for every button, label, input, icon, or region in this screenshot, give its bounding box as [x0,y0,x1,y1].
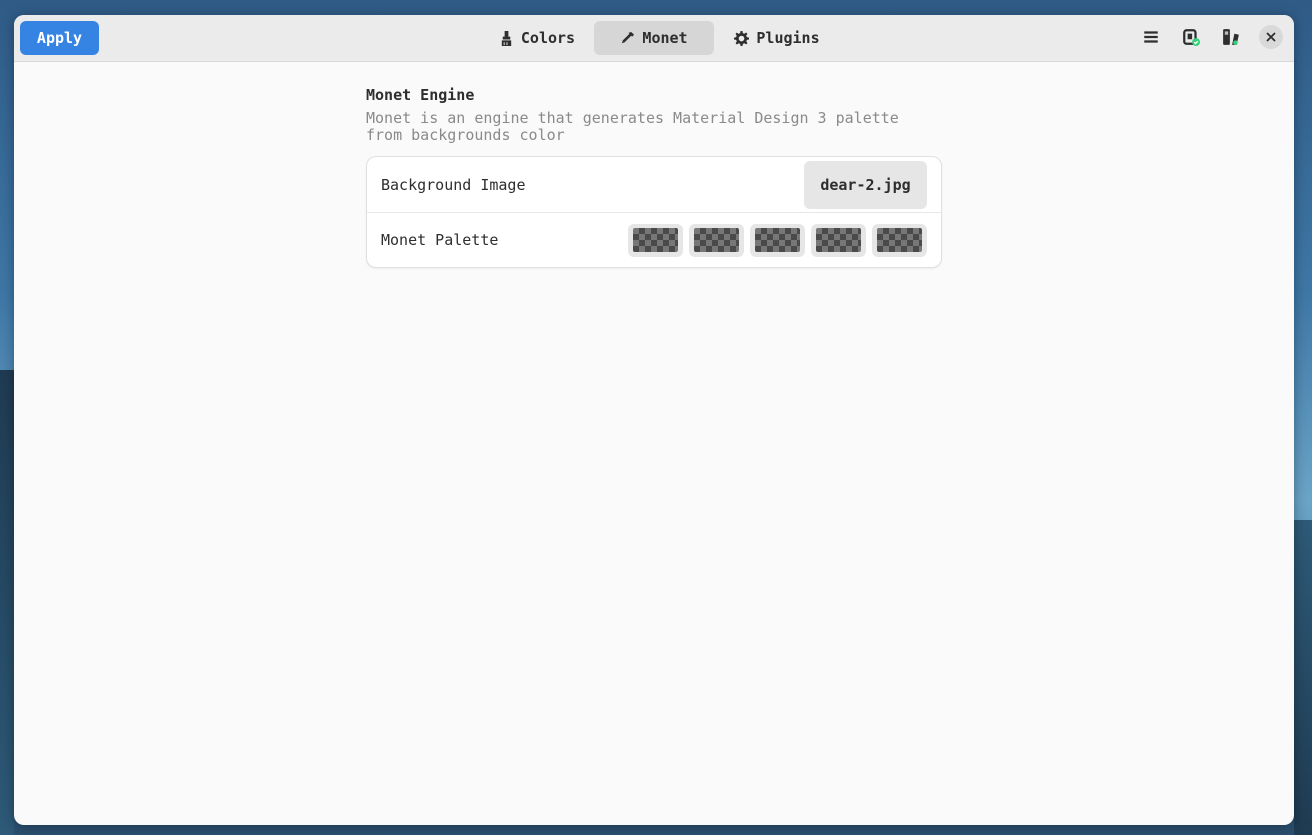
tab-colors-label: Colors [520,29,576,47]
tab-monet[interactable]: Monet [594,21,714,55]
palette-swatches [628,223,927,257]
palette-swatch[interactable] [811,223,866,257]
palette-swatch[interactable] [689,223,744,257]
gear-icon [734,30,750,46]
clipboard-check-icon [1183,29,1200,46]
monet-settings-card: Background Image dear-2.jpg Monet Palett… [366,156,942,268]
tab-plugins-label: Plugins [756,29,820,47]
section-description: Monet is an engine that generates Materi… [366,109,899,144]
palette-swatch[interactable] [872,223,927,257]
desktop-wallpaper-right [1294,520,1312,835]
theme-icon [1223,29,1239,45]
close-icon [1266,32,1276,42]
transparent-pattern [694,228,739,252]
tab-plugins[interactable]: Plugins [714,21,840,55]
header-bar: Apply Colors Monet Plugins [14,15,1294,62]
apply-button[interactable]: Apply [20,21,99,55]
transparent-pattern [816,228,861,252]
app-window: Apply Colors Monet Plugins Monet Engine … [14,15,1294,825]
background-file-button[interactable]: dear-2.jpg [804,160,927,209]
monet-page: Monet Engine Monet is an engine that gen… [366,85,942,268]
theme-button[interactable] [1219,25,1243,49]
clipboard-check-button[interactable] [1179,25,1203,49]
monet-palette-label: Monet Palette [381,231,499,249]
eyedropper-icon [622,31,635,43]
tab-monet-label: Monet [642,29,688,47]
transparent-pattern [877,228,922,252]
view-switcher: Colors Monet Plugins [480,21,840,55]
palette-swatch[interactable] [750,223,805,257]
section-title: Monet Engine [366,86,475,104]
transparent-pattern [755,228,800,252]
transparent-pattern [633,228,678,252]
background-image-row: Background Image dear-2.jpg [367,157,941,212]
palette-swatch[interactable] [628,223,683,257]
background-image-label: Background Image [381,175,526,194]
menu-icon [1144,31,1158,43]
monet-palette-row: Monet Palette [367,212,941,267]
header-actions [1139,25,1283,49]
close-button[interactable] [1259,25,1283,49]
desktop-wallpaper-left [0,370,14,835]
tab-colors[interactable]: Colors [480,21,594,55]
menu-button[interactable] [1139,25,1163,49]
brush-icon [501,30,512,46]
